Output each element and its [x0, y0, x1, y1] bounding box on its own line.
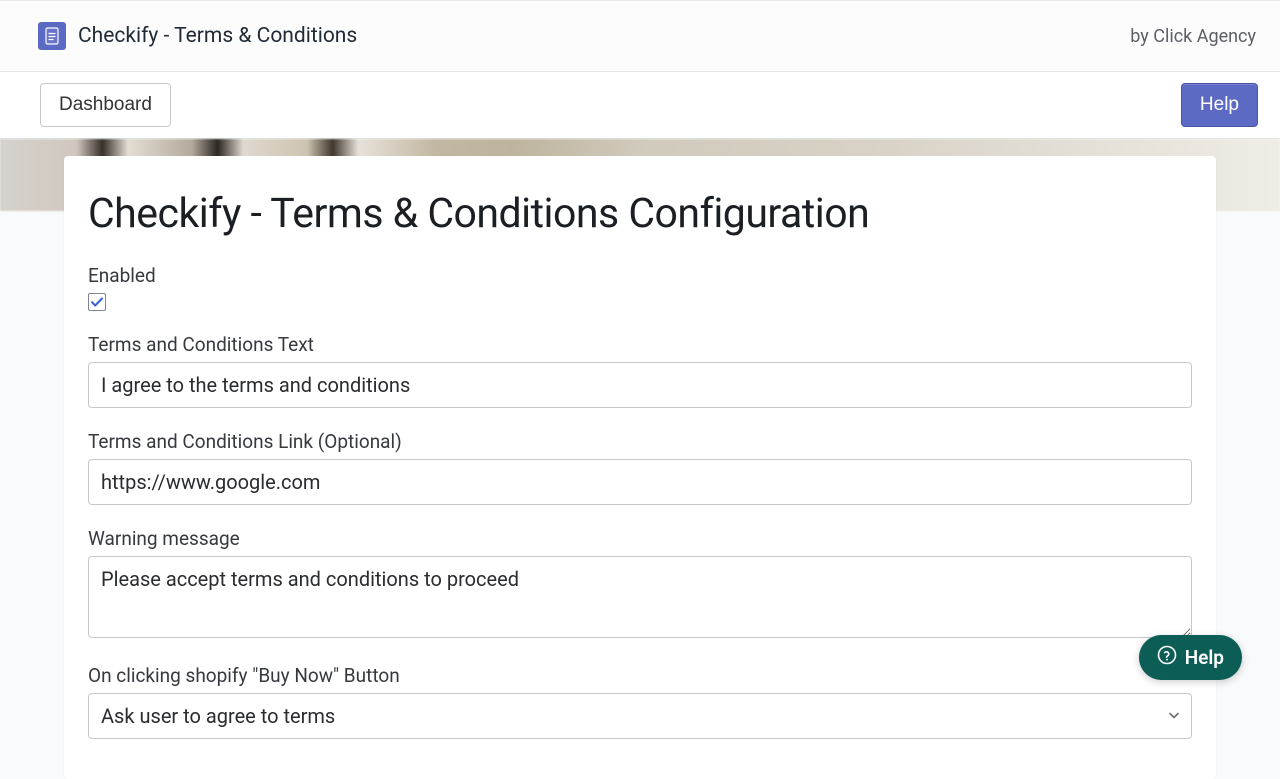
buy-now-label: On clicking shopify "Buy Now" Button	[88, 664, 1192, 687]
field-buy-now: On clicking shopify "Buy Now" Button Ask…	[88, 664, 1192, 739]
help-button[interactable]: Help	[1181, 83, 1258, 127]
app-header-left: Checkify - Terms & Conditions	[38, 22, 357, 50]
field-enabled: Enabled	[88, 264, 1192, 311]
terms-text-label: Terms and Conditions Text	[88, 333, 1192, 356]
enabled-label: Enabled	[88, 264, 1192, 287]
field-warning: Warning message	[88, 527, 1192, 642]
enabled-checkbox[interactable]	[88, 293, 106, 311]
app-navbar: Dashboard Help	[0, 72, 1280, 139]
terms-link-label: Terms and Conditions Link (Optional)	[88, 430, 1192, 453]
app-byline: by Click Agency	[1130, 26, 1256, 47]
help-circle-icon	[1157, 645, 1177, 670]
warning-label: Warning message	[88, 527, 1192, 550]
terms-link-input[interactable]	[88, 459, 1192, 505]
dashboard-button[interactable]: Dashboard	[40, 83, 171, 127]
config-card: Checkify - Terms & Conditions Configurat…	[64, 156, 1216, 779]
help-fab-label: Help	[1185, 646, 1224, 669]
page-title: Checkify - Terms & Conditions Configurat…	[88, 190, 1192, 238]
app-header: Checkify - Terms & Conditions by Click A…	[0, 0, 1280, 72]
field-terms-link: Terms and Conditions Link (Optional)	[88, 430, 1192, 505]
app-logo-icon	[38, 22, 66, 50]
buy-now-select[interactable]: Ask user to agree to terms	[88, 693, 1192, 739]
terms-text-input[interactable]	[88, 362, 1192, 408]
app-title: Checkify - Terms & Conditions	[78, 24, 357, 48]
field-terms-text: Terms and Conditions Text	[88, 333, 1192, 408]
help-fab[interactable]: Help	[1139, 635, 1242, 680]
warning-textarea[interactable]	[88, 556, 1192, 638]
